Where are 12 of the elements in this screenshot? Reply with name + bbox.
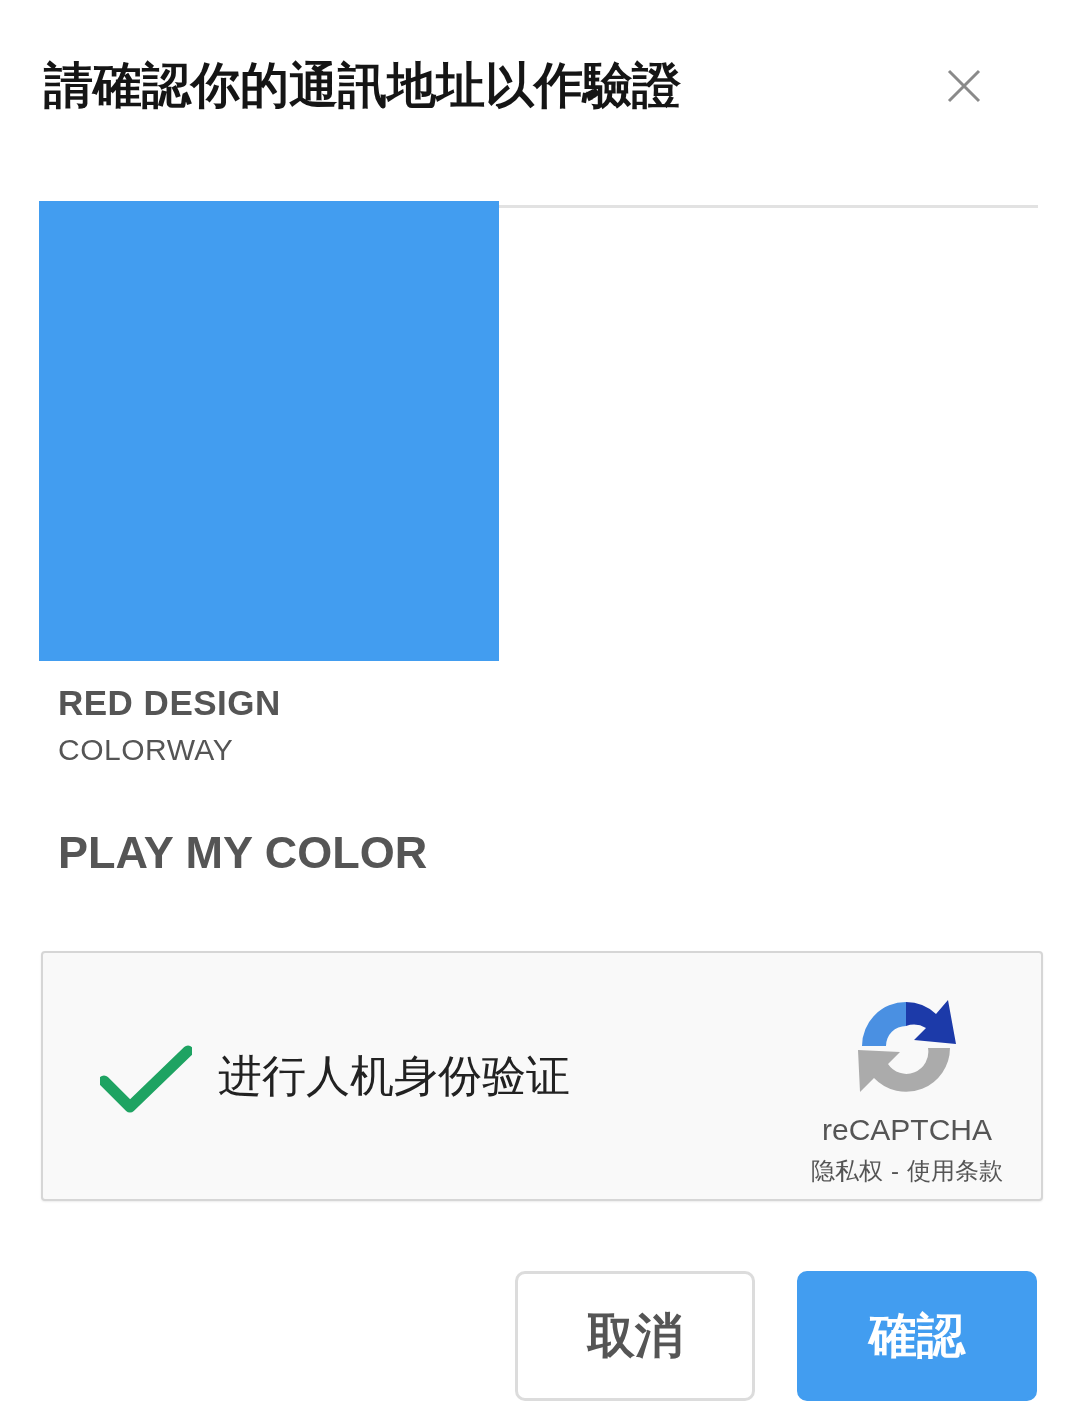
- cancel-button[interactable]: 取消: [515, 1271, 755, 1401]
- dialog-title: 請確認你的通訊地址以作驗證: [44, 57, 681, 114]
- product-name: RED DESIGN: [58, 683, 281, 723]
- privacy-link[interactable]: 隐私权: [811, 1156, 883, 1186]
- link-separator: -: [891, 1156, 899, 1186]
- captcha-label: 进行人机身份验证: [218, 1049, 570, 1103]
- product-subtitle: COLORWAY: [58, 732, 234, 768]
- checkmark-icon[interactable]: [100, 1045, 192, 1115]
- close-icon[interactable]: [947, 68, 981, 103]
- captcha-brand: reCAPTCHA: [822, 1112, 992, 1148]
- section-title: PLAY MY COLOR: [58, 826, 428, 880]
- terms-link[interactable]: 使用条款: [907, 1156, 1003, 1186]
